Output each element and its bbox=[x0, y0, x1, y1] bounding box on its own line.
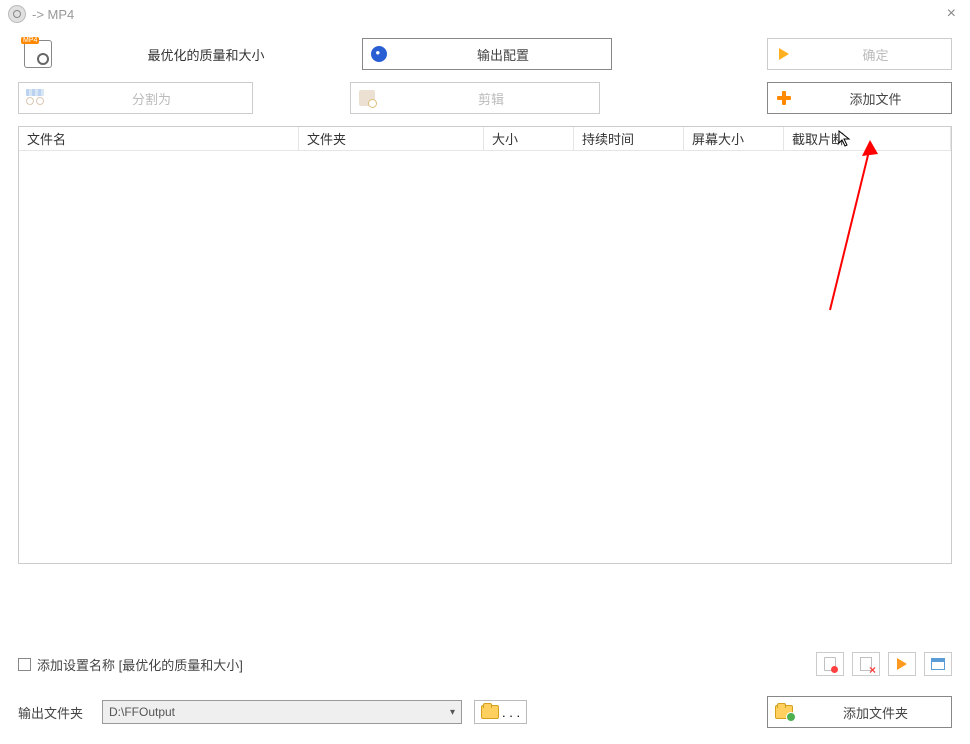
file-table: 文件名 文件夹 大小 持续时间 屏幕大小 截取片断 bbox=[18, 126, 952, 564]
folder-icon bbox=[481, 705, 499, 719]
col-folder[interactable]: 文件夹 bbox=[299, 127, 484, 151]
quality-block: 最优化的质量和大小 bbox=[18, 40, 348, 68]
remove-doc-button[interactable] bbox=[852, 652, 880, 676]
table-header: 文件名 文件夹 大小 持续时间 屏幕大小 截取片断 bbox=[19, 127, 951, 151]
split-button: 分割为 bbox=[18, 82, 253, 114]
title-bar: -> MP4 × bbox=[0, 0, 970, 28]
plus-icon bbox=[777, 91, 791, 105]
edit-button: 剪辑 bbox=[350, 82, 600, 114]
add-file-button[interactable]: 添加文件 bbox=[767, 82, 952, 114]
window-icon bbox=[931, 658, 945, 670]
output-folder-label: 输出文件夹 bbox=[18, 703, 90, 722]
filmstrip-icon bbox=[359, 90, 375, 106]
app-icon bbox=[8, 5, 26, 23]
gear-icon bbox=[371, 46, 387, 62]
arrow-right-icon bbox=[779, 48, 789, 60]
folder-add-icon bbox=[775, 705, 793, 719]
add-folder-button[interactable]: 添加文件夹 bbox=[767, 696, 952, 728]
play-button[interactable] bbox=[888, 652, 916, 676]
col-size[interactable]: 大小 bbox=[484, 127, 574, 151]
window-button[interactable] bbox=[924, 652, 952, 676]
close-button[interactable]: × bbox=[941, 5, 962, 23]
col-duration[interactable]: 持续时间 bbox=[574, 127, 684, 151]
play-icon bbox=[897, 658, 907, 670]
col-clip[interactable]: 截取片断 bbox=[784, 127, 951, 151]
checkbox-icon bbox=[18, 658, 31, 671]
col-filename[interactable]: 文件名 bbox=[19, 127, 299, 151]
document-x-icon bbox=[860, 657, 872, 671]
document-minus-icon bbox=[824, 657, 836, 671]
small-buttons bbox=[816, 652, 952, 676]
browse-button[interactable]: . . . bbox=[474, 700, 527, 724]
output-folder-select[interactable]: D:\FFOutput ▾ bbox=[102, 700, 462, 724]
mp4-file-icon bbox=[24, 40, 52, 68]
window-title: -> MP4 bbox=[32, 7, 74, 22]
chevron-down-icon: ▾ bbox=[450, 707, 455, 718]
scissors-icon bbox=[26, 91, 44, 105]
quality-label: 最优化的质量和大小 bbox=[64, 45, 348, 64]
col-screen-size[interactable]: 屏幕大小 bbox=[684, 127, 784, 151]
output-config-button[interactable]: 输出配置 bbox=[362, 38, 612, 70]
bottom-panel: 添加设置名称 [最优化的质量和大小] 输出文件夹 D:\FFOutput ▾ .… bbox=[18, 652, 952, 728]
cursor-icon bbox=[838, 130, 852, 148]
table-body[interactable] bbox=[19, 151, 951, 563]
new-doc-button[interactable] bbox=[816, 652, 844, 676]
ok-button[interactable]: 确定 bbox=[767, 38, 952, 70]
add-settings-checkbox[interactable]: 添加设置名称 [最优化的质量和大小] bbox=[18, 655, 243, 674]
toolbar: 最优化的质量和大小 输出配置 确定 分割为 剪辑 添加文件 bbox=[0, 28, 970, 120]
